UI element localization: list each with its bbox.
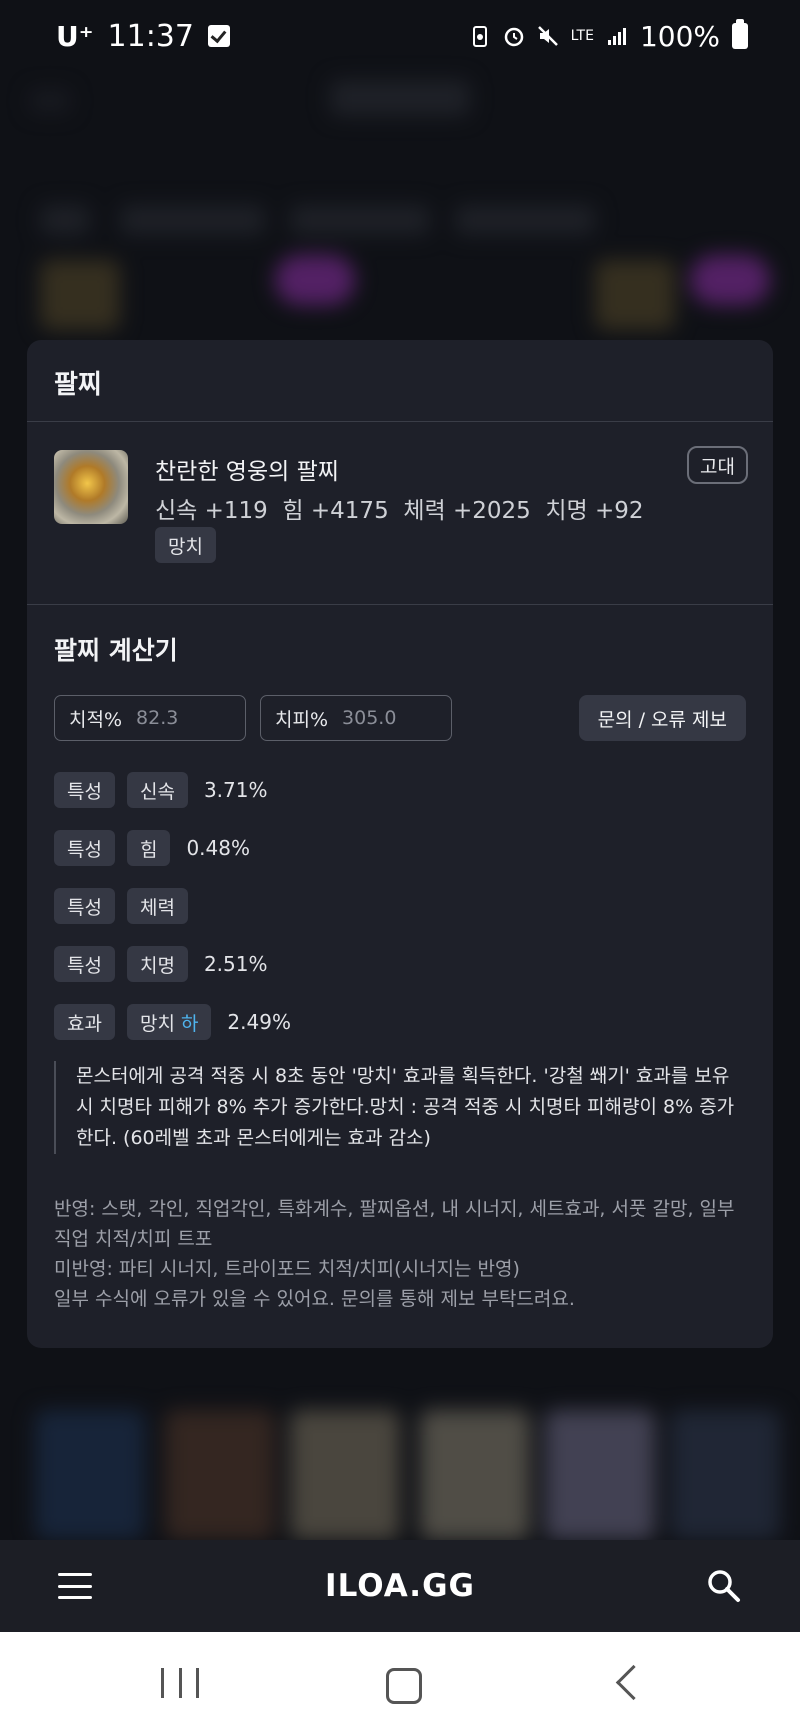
option-value: 3.71% <box>203 778 268 802</box>
effect-type: 효과 <box>54 1004 115 1040</box>
option-value: 0.48% <box>186 836 250 860</box>
menu-icon[interactable] <box>58 1573 92 1599</box>
crit-damage-field[interactable]: 치피% 305.0 <box>260 695 452 741</box>
item-summary: 찬란한 영웅의 팔찌 신속 +119 힘 +4175 체력 +2025 치명 +… <box>27 422 773 605</box>
option-name: 힘 <box>126 830 171 866</box>
checkbox-notification-icon <box>207 25 230 47</box>
modal-header: 팔찌 <box>27 340 773 422</box>
option-name: 신속 <box>126 772 188 808</box>
signal-icon <box>607 28 626 45</box>
calculator-section: 팔찌 계산기 치적% 82.3 치피% 305.0 문의 / 오류 제보 특성 … <box>27 605 773 1314</box>
crit-rate-label: 치적% <box>69 708 123 731</box>
alarm-icon <box>504 27 523 47</box>
recycle-battery-icon <box>472 26 487 47</box>
crit-rate-value: 82.3 <box>136 707 179 729</box>
item-tag: 망치 <box>155 527 216 563</box>
effect-grade: 하 <box>180 1012 199 1035</box>
notes-applied: 반영: 스탯, 각인, 직업각인, 특화계수, 팔찌옵션, 내 시너지, 세트효… <box>54 1198 735 1250</box>
grade-badge: 고대 <box>687 446 748 484</box>
status-bar: U⁺ 11:37 LTE 100% <box>0 0 800 72</box>
network-type: LTE <box>570 28 594 44</box>
option-type: 특성 <box>54 830 115 866</box>
back-icon[interactable] <box>605 1662 655 1706</box>
effect-name-chip: 망치 하 <box>126 1004 212 1040</box>
recents-icon[interactable] <box>155 1662 205 1706</box>
crit-damage-label: 치피% <box>275 708 329 731</box>
bracelet-item-icon <box>54 450 128 524</box>
item-stats: 신속 +119 힘 +4175 체력 +2025 치명 +92 <box>155 498 644 524</box>
system-nav-bar <box>0 1632 800 1733</box>
modal-title: 팔찌 <box>54 370 102 400</box>
calculator-notes: 반영: 스탯, 각인, 직업각인, 특화계수, 팔찌옵션, 내 시너지, 세트효… <box>54 1194 746 1314</box>
option-row-strength: 특성 힘 0.48% <box>54 819 746 877</box>
option-type: 특성 <box>54 888 115 924</box>
clock: 11:37 <box>107 18 194 54</box>
option-row-crit: 특성 치명 2.51% <box>54 935 746 993</box>
option-value: 2.51% <box>203 952 268 976</box>
option-name: 치명 <box>126 946 188 982</box>
brand-logo[interactable]: ILOA.GG <box>325 1568 475 1604</box>
crit-rate-field[interactable]: 치적% 82.3 <box>54 695 246 741</box>
effect-name: 망치 <box>139 1012 175 1035</box>
item-name: 찬란한 영웅의 팔찌 <box>155 459 339 485</box>
notes-not-applied: 미반영: 파티 시너지, 트라이포드 치적/치피(시너지는 반영) <box>54 1258 520 1280</box>
effect-description: 몬스터에게 공격 적중 시 8초 동안 '망치' 효과를 획득한다. '강철 쐐… <box>54 1061 740 1154</box>
battery-icon <box>732 19 748 49</box>
option-row-swiftness: 특성 신속 3.71% <box>54 761 746 819</box>
notes-disclaimer: 일부 수식에 오류가 있을 수 있어요. 문의를 통해 제보 부탁드려요. <box>54 1288 575 1310</box>
battery-percent: 100% <box>639 19 720 53</box>
search-icon[interactable] <box>706 1568 742 1604</box>
option-type: 특성 <box>54 772 115 808</box>
app-bottom-bar: ILOA.GG <box>0 1540 800 1632</box>
option-type: 특성 <box>54 946 115 982</box>
home-icon[interactable] <box>378 1662 428 1706</box>
crit-damage-value: 305.0 <box>342 707 397 729</box>
effect-value: 2.49% <box>227 1010 291 1034</box>
effect-row-hammer: 효과 망치 하 2.49% <box>54 993 746 1051</box>
option-row-vitality: 특성 체력 <box>54 877 746 935</box>
calc-input-row: 치적% 82.3 치피% 305.0 문의 / 오류 제보 <box>54 695 746 741</box>
bracelet-modal: 팔찌 찬란한 영웅의 팔찌 신속 +119 힘 +4175 체력 +2025 치… <box>27 340 773 1348</box>
option-name: 체력 <box>126 888 188 924</box>
carrier-label: U⁺ <box>56 19 94 53</box>
mute-icon <box>537 26 558 46</box>
report-button[interactable]: 문의 / 오류 제보 <box>578 695 746 741</box>
calculator-title: 팔찌 계산기 <box>54 636 178 665</box>
